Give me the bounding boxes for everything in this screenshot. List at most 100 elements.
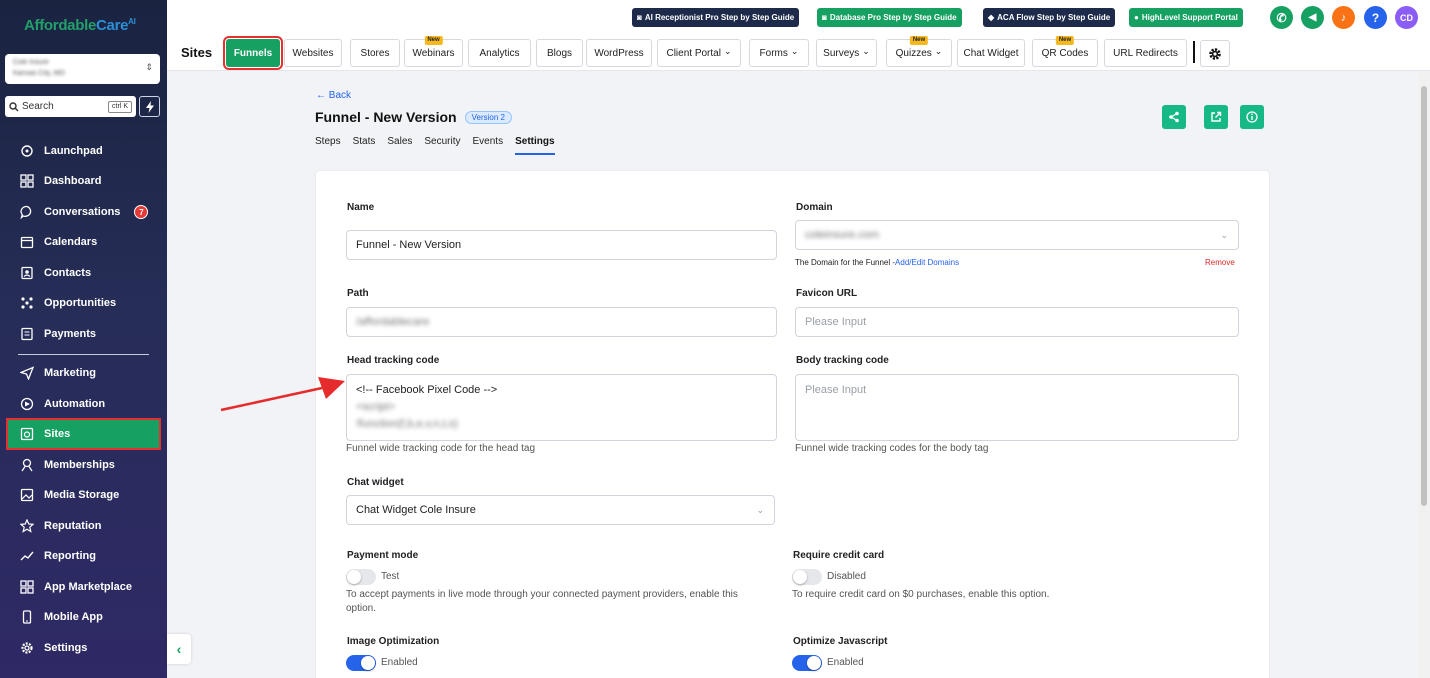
remove-domain-link[interactable]: Remove [1205,258,1235,267]
contacts-icon [21,266,33,280]
phone-button[interactable]: ✆ [1270,6,1293,29]
name-label: Name [347,202,375,213]
tab-wordpress[interactable]: WordPress [586,39,652,67]
support-portal-link[interactable]: ● HighLevel Support Portal [1129,8,1243,27]
domain-select[interactable]: coleinsure.com ⌄ [795,220,1239,250]
favicon-label: Favicon URL [796,288,858,299]
path-input[interactable]: /affordablecare [346,307,777,337]
section-title: Sites [181,45,213,60]
head-tracking-textarea[interactable]: <!-- Facebook Pixel Code --> <script> !f… [346,374,777,441]
sidebar-item-opportunities[interactable]: Opportunities [8,289,159,317]
automation-icon [20,397,34,411]
quick-actions-button[interactable] [139,96,160,117]
account-switcher[interactable]: Cole Insure Kansas City, MO ⇕ [5,54,160,84]
sidebar-item-label: Reporting [44,550,96,562]
sidebar-item-launchpad[interactable]: Launchpad [8,137,159,165]
account-name: Cole Insure [13,59,49,66]
chevron-down-icon: ⌄ [790,45,799,56]
new-badge: New [424,36,443,45]
sites-icon [20,427,34,441]
sidebar-item-contacts[interactable]: Contacts [8,259,159,287]
sites-settings-button[interactable] [1200,40,1230,67]
subtab-stats[interactable]: Stats [353,136,376,155]
settings-card: Name Funnel - New Version Domain coleins… [316,171,1269,678]
sidebar-item-label: Sites [44,428,71,440]
require-cc-toggle[interactable] [792,569,822,585]
tab-funnels[interactable]: Funnels [223,36,283,70]
unread-count-badge: 7 [134,205,149,219]
main-content: ← Back Funnel - New Version Version 2 Ste… [167,72,1418,678]
tab-quizzes[interactable]: Quizzes ⌄ New [886,36,952,67]
tab-webinars[interactable]: Webinars New [404,36,463,67]
tab-analytics[interactable]: Analytics [468,39,531,67]
sidebar-item-media-storage[interactable]: Media Storage [8,481,159,509]
sidebar-item-mobile-app[interactable]: Mobile App [8,603,159,631]
sidebar-item-label: App Marketplace [44,581,133,593]
chevron-down-icon: ⌄ [1220,230,1228,240]
subtab-events[interactable]: Events [473,136,504,155]
scrollbar-thumb[interactable] [1421,86,1427,506]
brand-logo[interactable]: AffordableCareAI [24,17,136,34]
sidebar-item-payments[interactable]: Payments [8,320,159,348]
sidebar-item-sites[interactable]: Sites [6,418,161,450]
tab-label: Quizzes [895,47,932,59]
chat-widget-select[interactable]: Chat Widget Cole Insure ⌄ [346,495,775,525]
payment-mode-toggle[interactable] [346,569,376,585]
sidebar-item-reputation[interactable]: Reputation [8,512,159,540]
sidebar-item-reporting[interactable]: Reporting [8,542,159,570]
open-external-button[interactable] [1204,105,1228,129]
payment-mode-desc: To accept payments in live mode through … [346,589,738,614]
tab-surveys[interactable]: Surveys ⌄ [816,39,877,67]
external-link-icon [1211,111,1222,122]
gear-icon [21,642,33,654]
user-avatar[interactable]: CD [1395,6,1418,29]
subtab-settings[interactable]: Settings [515,136,555,155]
subtab-sales[interactable]: Sales [387,136,412,155]
sidebar-item-marketing[interactable]: Marketing [8,359,159,387]
tab-forms[interactable]: Forms ⌄ [749,39,809,67]
body-tracking-textarea[interactable]: Please Input [795,374,1239,441]
payments-icon [21,327,33,341]
subtab-steps[interactable]: Steps [315,136,341,155]
tab-stores[interactable]: Stores [350,39,400,67]
tab-websites[interactable]: Websites [284,39,342,67]
sidebar-item-app-marketplace[interactable]: App Marketplace [8,573,159,601]
share-button[interactable] [1162,105,1186,129]
require-cc-desc: To require credit card on $0 purchases, … [792,589,1050,600]
announcements-button[interactable]: ◀ [1301,6,1324,29]
help-button[interactable]: ? [1364,6,1387,29]
chevron-down-icon: ⌄ [756,505,764,515]
sidebar-item-dashboard[interactable]: Dashboard [8,167,159,195]
edit-domains-link[interactable]: Add/Edit Domains [895,258,959,267]
info-button[interactable] [1240,105,1264,129]
sidebar-item-settings[interactable]: Settings [8,634,159,662]
sidebar-item-conversations[interactable]: Conversations 7 [8,198,159,226]
sidebar-item-calendars[interactable]: Calendars [8,228,159,256]
sidebar-item-label: Memberships [44,459,115,471]
ai-receptionist-guide-link[interactable]: ◙ AI Receptionist Pro Step by Step Guide [632,8,800,27]
path-label: Path [347,288,369,299]
favicon-url-input[interactable]: Please Input [795,307,1239,337]
name-input[interactable]: Funnel - New Version [346,230,777,260]
tab-url-redirects[interactable]: URL Redirects [1104,39,1187,67]
optimize-js-toggle[interactable] [792,655,822,671]
back-link[interactable]: ← Back [316,90,351,101]
new-badge: New [1055,36,1075,45]
phone-icon: ✆ [1276,10,1287,25]
tab-client-portal[interactable]: Client Portal ⌄ [657,39,741,67]
share-icon [1169,111,1179,123]
aca-flow-guide-link[interactable]: ◆ ACA Flow Step by Step Guide [983,8,1116,27]
subtab-security[interactable]: Security [424,136,460,155]
image-optimization-toggle[interactable] [346,655,376,671]
search-input[interactable]: Search ctrl K [5,96,136,117]
tab-qr-codes[interactable]: QR Codes New [1032,36,1098,67]
notifications-button[interactable]: ♪ [1332,6,1355,29]
chevron-down-icon: ⌄ [934,45,943,56]
tab-blogs[interactable]: Blogs [536,39,583,67]
optimize-js-state: Enabled [827,657,864,668]
tab-chat-widget[interactable]: Chat Widget [957,39,1025,67]
database-guide-link[interactable]: ◙ Database Pro Step by Step Guide [817,8,962,27]
sidebar-item-memberships[interactable]: Memberships [8,451,159,479]
page-scrollbar[interactable] [1418,72,1430,678]
sidebar-item-automation[interactable]: Automation [8,390,159,418]
